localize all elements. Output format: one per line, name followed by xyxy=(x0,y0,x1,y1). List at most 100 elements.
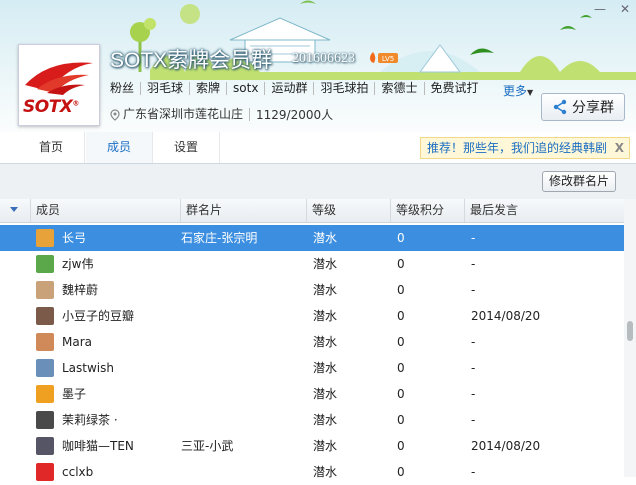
member-card: 三亚-小武 xyxy=(181,439,234,453)
location-pin-icon xyxy=(110,108,120,121)
sort-down-icon[interactable] xyxy=(10,207,18,212)
member-points: 0 xyxy=(397,439,405,453)
member-avatar xyxy=(36,437,54,455)
member-last-speak: - xyxy=(471,413,476,427)
member-level: 潜水 xyxy=(313,231,338,245)
promo-banner[interactable]: 推荐！那些年，我们追的经典韩剧 X xyxy=(420,137,630,159)
member-level: 潜水 xyxy=(313,257,338,271)
member-card xyxy=(181,355,305,381)
member-avatar xyxy=(36,411,54,429)
level-badge-icon: LV5 xyxy=(370,52,398,63)
member-points: 0 xyxy=(397,309,405,323)
member-points: 0 xyxy=(397,231,405,245)
member-points: 0 xyxy=(397,361,405,375)
member-row[interactable]: zjw伟 潜水 0 - xyxy=(0,251,624,277)
group-location: 广东省深圳市莲花山庄 1129/2000人 xyxy=(110,106,333,123)
member-avatar xyxy=(36,333,54,351)
close-button[interactable]: ✕ xyxy=(620,2,630,16)
group-id: 201606623 xyxy=(292,51,355,66)
member-level: 潜水 xyxy=(313,309,338,323)
tag-item[interactable]: 索德士 xyxy=(374,82,423,95)
member-row[interactable]: 茉莉绿茶 · 潜水 0 - xyxy=(0,407,624,433)
scrollbar[interactable] xyxy=(624,199,636,477)
member-points: 0 xyxy=(397,257,405,271)
tab-bar: 首页 成员 设置 推荐！那些年，我们追的经典韩剧 X xyxy=(0,132,636,164)
group-avatar[interactable]: SOTX® xyxy=(18,44,100,126)
table-header: 成员 群名片 等级 等级积分 最后发言 xyxy=(0,199,624,223)
tag-item[interactable]: 粉丝 xyxy=(110,82,140,95)
member-points: 0 xyxy=(397,283,405,297)
member-name: 长弓 xyxy=(62,231,87,245)
tag-item[interactable]: 羽毛球 xyxy=(140,82,189,95)
tag-item[interactable]: 免费试打 xyxy=(423,82,485,95)
member-last-speak: - xyxy=(471,465,476,479)
member-avatar xyxy=(36,359,54,377)
member-row[interactable]: 魏梓蔚 潜水 0 - xyxy=(0,277,624,303)
member-card xyxy=(181,277,305,303)
member-name: cclxb xyxy=(62,465,94,479)
tag-item[interactable]: 羽毛球拍 xyxy=(313,82,374,95)
member-name: 咖啡猫—TEN xyxy=(62,439,134,453)
member-row[interactable]: Lastwish 潜水 0 - xyxy=(0,355,624,381)
member-last-speak: 2014/08/20 xyxy=(471,439,541,453)
member-last-speak: - xyxy=(471,387,476,401)
member-row[interactable]: 长弓 石家庄-张宗明 潜水 0 - xyxy=(0,225,624,251)
member-last-speak: - xyxy=(471,231,476,245)
member-card xyxy=(181,459,305,485)
logo-text: SOTX® xyxy=(23,97,79,117)
member-card xyxy=(181,407,305,433)
tag-item[interactable]: sotx xyxy=(226,82,264,95)
member-row[interactable]: 咖啡猫—TEN 三亚-小武 潜水 0 2014/08/20 xyxy=(0,433,624,459)
promo-text: 推荐！那些年，我们追的经典韩剧 xyxy=(427,141,608,155)
member-points: 0 xyxy=(397,413,405,427)
member-name: Lastwish xyxy=(62,361,115,375)
column-header-level[interactable]: 等级 xyxy=(306,199,390,222)
edit-group-card-button[interactable]: 修改群名片 xyxy=(542,171,616,192)
member-name: 小豆子的豆瓣 xyxy=(62,309,135,323)
share-label: 分享群 xyxy=(572,100,614,116)
tab-members[interactable]: 成员 xyxy=(86,132,153,163)
member-last-speak: - xyxy=(471,257,476,271)
member-points: 0 xyxy=(397,465,405,479)
member-row[interactable]: Mara 潜水 0 - xyxy=(0,329,624,355)
tab-home[interactable]: 首页 xyxy=(18,132,85,163)
member-name: 墨子 xyxy=(62,387,87,401)
column-header-last-speak[interactable]: 最后发言 xyxy=(464,199,624,222)
more-tags-link[interactable]: 更多▼ xyxy=(503,82,533,99)
column-header-points[interactable]: 等级积分 xyxy=(390,199,464,222)
group-tags: 粉丝 羽毛球 索牌 sotx 运动群 羽毛球拍 索德士 免费试打 xyxy=(110,82,485,95)
tag-item[interactable]: 运动群 xyxy=(264,82,313,95)
member-row[interactable]: cclxb 潜水 0 - xyxy=(0,459,624,485)
member-avatar xyxy=(36,281,54,299)
member-count: 1129/2000人 xyxy=(256,108,334,122)
member-last-speak: - xyxy=(471,361,476,375)
column-header-member[interactable]: 成员 xyxy=(30,199,180,222)
caret-down-icon: ▼ xyxy=(527,88,534,97)
member-card xyxy=(181,381,305,407)
column-header-card[interactable]: 群名片 xyxy=(180,199,306,222)
member-name: 茉莉绿茶 · xyxy=(62,413,118,427)
member-list: 长弓 石家庄-张宗明 潜水 0 - zjw伟 潜水 0 - 魏梓蔚 潜水 0 -… xyxy=(0,225,624,485)
member-level: 潜水 xyxy=(313,387,338,401)
member-row[interactable]: 小豆子的豆瓣 潜水 0 2014/08/20 xyxy=(0,303,624,329)
minimize-button[interactable]: — xyxy=(594,2,606,16)
member-level: 潜水 xyxy=(313,335,338,349)
member-name: zjw伟 xyxy=(62,257,94,271)
member-level: 潜水 xyxy=(313,283,338,297)
promo-close-button[interactable]: X xyxy=(615,138,624,158)
tab-settings[interactable]: 设置 xyxy=(153,132,220,163)
member-last-speak: - xyxy=(471,283,476,297)
member-avatar xyxy=(36,229,54,247)
member-level: 潜水 xyxy=(313,439,338,453)
member-avatar xyxy=(36,463,54,481)
member-row[interactable]: 墨子 潜水 0 - xyxy=(0,381,624,407)
location-text: 广东省深圳市莲花山庄 xyxy=(120,108,251,121)
group-title: SOTX索牌会员群 xyxy=(110,49,273,72)
scrollbar-thumb[interactable] xyxy=(627,321,633,341)
tag-item[interactable]: 索牌 xyxy=(189,82,226,95)
member-card xyxy=(181,251,305,277)
member-name: Mara xyxy=(62,335,92,349)
member-card xyxy=(181,303,305,329)
share-group-button[interactable]: 分享群 xyxy=(541,93,625,121)
member-points: 0 xyxy=(397,387,405,401)
